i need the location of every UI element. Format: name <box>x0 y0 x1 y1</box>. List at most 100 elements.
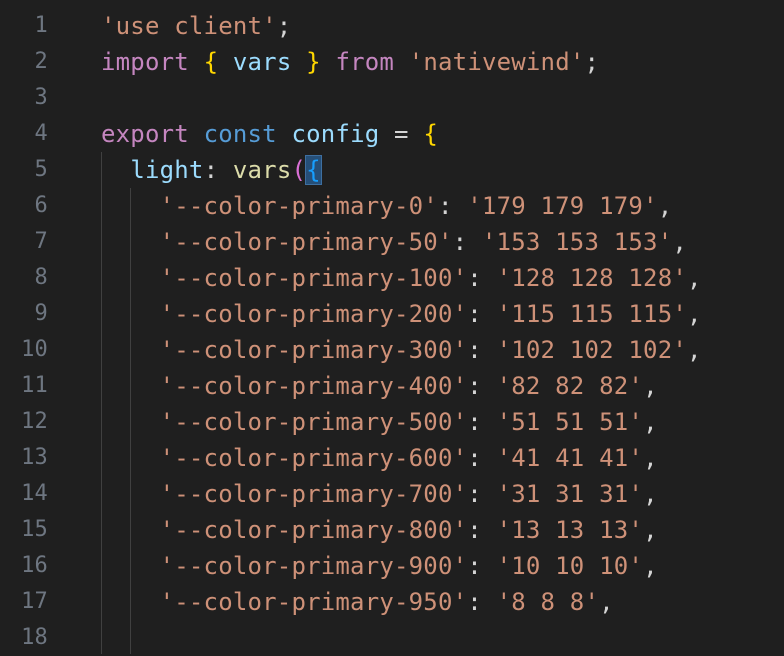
code-token: , <box>657 192 673 220</box>
code-token: : <box>467 444 497 472</box>
code-token: '--color-primary-0' <box>159 192 438 220</box>
code-token: , <box>643 552 658 580</box>
code-token: '31 31 31' <box>496 480 644 508</box>
line-number: 16 <box>21 553 48 578</box>
code-token: '115 115 115' <box>496 300 688 328</box>
code-token: '82 82 82' <box>496 372 644 400</box>
line-code: light: vars({ <box>101 152 322 188</box>
code-line[interactable]: 17 '--color-primary-950': '8 8 8', <box>0 584 784 620</box>
line-number: 6 <box>34 193 48 218</box>
code-token: , <box>687 264 702 292</box>
code-line[interactable]: 15 '--color-primary-800': '13 13 13', <box>0 512 784 548</box>
code-token: '8 8 8' <box>496 588 600 616</box>
line-number: 12 <box>21 409 48 434</box>
code-token: : <box>467 336 497 364</box>
code-token: : <box>467 264 497 292</box>
code-token: '128 128 128' <box>496 264 688 292</box>
line-number: 3 <box>34 85 48 110</box>
code-line[interactable]: 11 '--color-primary-400': '82 82 82', <box>0 368 784 404</box>
line-code: '--color-primary-700': '31 31 31', <box>101 476 658 512</box>
code-token: export <box>101 120 189 148</box>
code-token: , <box>643 480 658 508</box>
code-token: 'nativewind' <box>408 48 585 76</box>
code-token: '41 41 41' <box>496 444 644 472</box>
line-number: 1 <box>34 13 48 38</box>
line-code: '--color-primary-0': '179 179 179', <box>101 188 673 224</box>
code-token: , <box>672 228 688 256</box>
line-code: '--color-primary-50': '153 153 153', <box>101 224 687 260</box>
code-token: '--color-primary-50' <box>159 228 453 256</box>
code-token: { <box>203 48 219 76</box>
code-token: light <box>130 156 204 184</box>
code-line[interactable]: 14 '--color-primary-700': '31 31 31', <box>0 476 784 512</box>
line-code: '--color-primary-600': '41 41 41', <box>101 440 658 476</box>
code-line[interactable]: 1 'use client'; <box>0 8 784 44</box>
line-number: 11 <box>21 373 48 398</box>
code-token: : <box>467 552 497 580</box>
code-token: , <box>687 336 702 364</box>
code-line[interactable]: 5 light: vars({ <box>0 152 784 188</box>
code-token: ; <box>276 12 292 40</box>
line-code: '--color-primary-200': '115 115 115', <box>101 296 702 332</box>
code-token: : <box>452 228 482 256</box>
code-line[interactable]: 3 <box>0 80 784 116</box>
code-token: : <box>203 156 233 184</box>
code-token: '153 153 153' <box>481 228 673 256</box>
code-line[interactable]: 9 '--color-primary-200': '115 115 115', <box>0 296 784 332</box>
line-number: 8 <box>34 265 48 290</box>
code-token: vars <box>232 156 292 184</box>
code-editor[interactable]: 1 'use client'; 2 import { vars } from 'nat… <box>0 0 784 654</box>
code-token: , <box>643 408 658 436</box>
line-number: 10 <box>21 337 48 362</box>
code-token: config <box>291 120 380 148</box>
code-token: , <box>643 516 658 544</box>
code-line[interactable]: 4 export const config = { <box>0 116 784 152</box>
line-code: '--color-primary-300': '102 102 102', <box>101 332 702 368</box>
code-token: , <box>687 300 702 328</box>
code-token: 'use client' <box>101 12 277 40</box>
code-token: , <box>643 372 658 400</box>
code-token: '102 102 102' <box>496 336 688 364</box>
code-line[interactable]: 13 '--color-primary-600': '41 41 41', <box>0 440 784 476</box>
code-line[interactable]: 6 '--color-primary-0': '179 179 179', <box>0 188 784 224</box>
line-number: 13 <box>21 445 48 470</box>
code-token: : <box>467 480 497 508</box>
code-token: '--color-primary-800' <box>159 516 468 544</box>
code-line[interactable]: 8 '--color-primary-100': '128 128 128', <box>0 260 784 296</box>
code-token: } <box>306 48 321 76</box>
code-token: '10 10 10' <box>496 552 644 580</box>
line-number: 7 <box>34 229 48 254</box>
line-number: 15 <box>21 517 48 542</box>
line-code: '--color-primary-950': '8 8 8', <box>101 584 614 620</box>
code-token: = <box>379 120 424 148</box>
code-token: : <box>467 408 497 436</box>
code-line[interactable]: 12 '--color-primary-500': '51 51 51', <box>0 404 784 440</box>
code-line[interactable]: 16 '--color-primary-900': '10 10 10', <box>0 548 784 584</box>
code-line[interactable]: 18 <box>0 620 784 656</box>
line-code: 'use client'; <box>101 8 291 44</box>
code-line[interactable]: 10 '--color-primary-300': '102 102 102', <box>0 332 784 368</box>
code-token: '--color-primary-600' <box>159 444 468 472</box>
code-token: vars <box>232 48 292 76</box>
code-token: ; <box>584 48 600 76</box>
code-line[interactable]: 7 '--color-primary-50': '153 153 153', <box>0 224 784 260</box>
line-number: 2 <box>34 49 48 74</box>
code-line[interactable]: 2 import { vars } from 'nativewind'; <box>0 44 784 80</box>
code-token: '--color-primary-300' <box>159 336 468 364</box>
code-token: , <box>643 444 658 472</box>
